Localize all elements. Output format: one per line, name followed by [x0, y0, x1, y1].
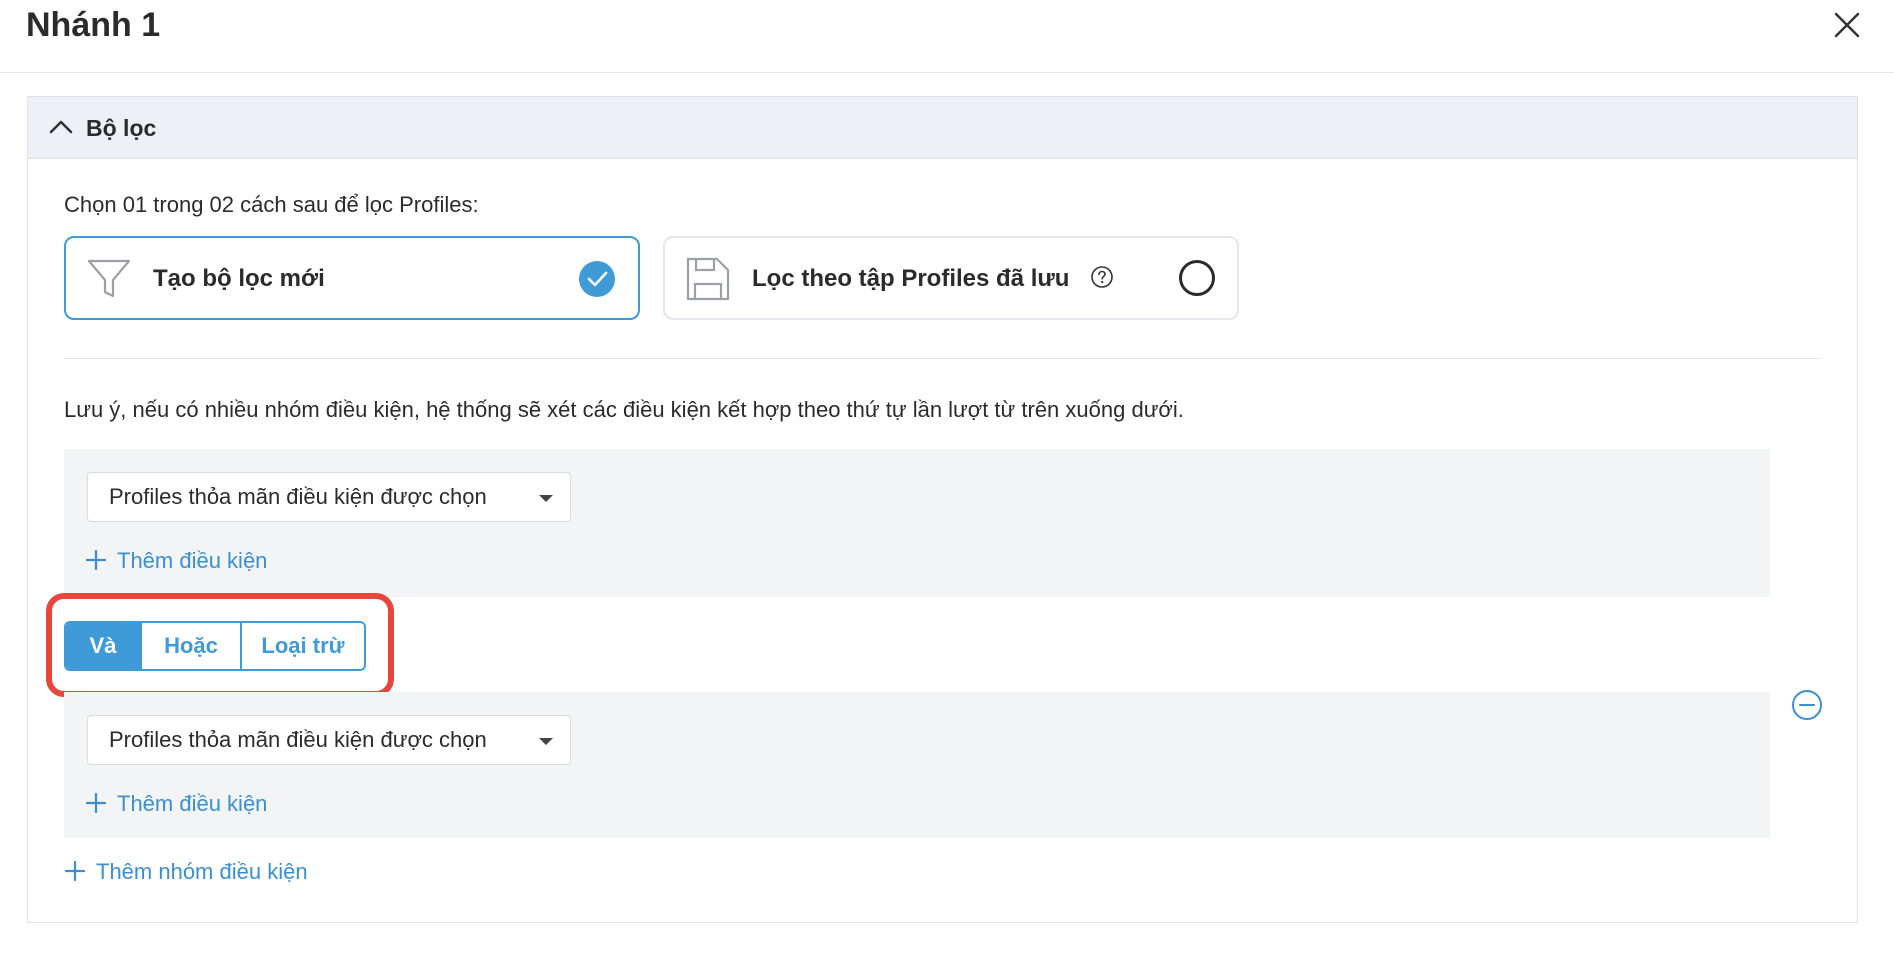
add-group-label: Thêm nhóm điều kiện	[96, 859, 308, 884]
add-condition-button[interactable]: Thêm điều kiện	[85, 548, 267, 574]
add-condition-label: Thêm điều kiện	[117, 791, 268, 816]
select-value: Profiles thỏa mãn điều kiện được chọn	[109, 484, 487, 509]
caret-down-icon	[539, 495, 553, 502]
select-value: Profiles thỏa mãn điều kiện được chọn	[109, 727, 487, 752]
plus-icon	[85, 792, 107, 814]
condition-group: Profiles thỏa mãn điều kiện được chọn Th…	[64, 449, 1770, 597]
modal-title: Nhánh 1	[26, 6, 161, 44]
close-icon[interactable]	[1830, 8, 1864, 42]
add-condition-button[interactable]: Thêm điều kiện	[85, 791, 267, 817]
option-new-filter[interactable]: Tạo bộ lọc mới	[64, 236, 640, 320]
filter-panel: Bộ lọc Chọn 01 trong 02 cách sau để lọc …	[27, 96, 1858, 923]
condition-select[interactable]: Profiles thỏa mãn điều kiện được chọn	[87, 472, 571, 522]
filter-instruction: Chọn 01 trong 02 cách sau để lọc Profile…	[64, 192, 479, 217]
add-condition-label: Thêm điều kiện	[117, 548, 268, 573]
plus-icon	[64, 860, 86, 882]
operator-toggle: Và Hoặc Loại trừ	[64, 621, 366, 671]
plus-icon	[85, 549, 107, 571]
modal-header: Nhánh 1	[0, 0, 1894, 73]
condition-select[interactable]: Profiles thỏa mãn điều kiện được chọn	[87, 715, 571, 765]
operator-and-button[interactable]: Và	[66, 623, 140, 669]
filter-note: Lưu ý, nếu có nhiều nhóm điều kiện, hệ t…	[64, 397, 1184, 422]
add-condition-group-button[interactable]: Thêm nhóm điều kiện	[64, 859, 308, 885]
check-circle-icon	[578, 260, 616, 303]
radio-unselected[interactable]	[1179, 260, 1215, 296]
operator-or-button[interactable]: Hoặc	[140, 623, 240, 669]
funnel-icon	[86, 256, 132, 307]
floppy-disk-icon	[685, 256, 731, 307]
remove-group-icon[interactable]	[1791, 689, 1823, 726]
divider	[64, 358, 1821, 359]
option-saved-profiles[interactable]: Lọc theo tập Profiles đã lưu	[663, 236, 1239, 320]
help-icon[interactable]	[1090, 265, 1114, 294]
section-title: Bộ lọc	[86, 115, 157, 141]
option-label: Tạo bộ lọc mới	[153, 265, 325, 292]
option-label: Lọc theo tập Profiles đã lưu	[752, 265, 1070, 292]
operator-exclude-button[interactable]: Loại trừ	[240, 623, 364, 669]
filter-section-toggle[interactable]: Bộ lọc	[28, 97, 1857, 159]
chevron-up-icon	[48, 117, 74, 142]
caret-down-icon	[539, 738, 553, 745]
condition-group: Profiles thỏa mãn điều kiện được chọn Th…	[64, 692, 1770, 838]
